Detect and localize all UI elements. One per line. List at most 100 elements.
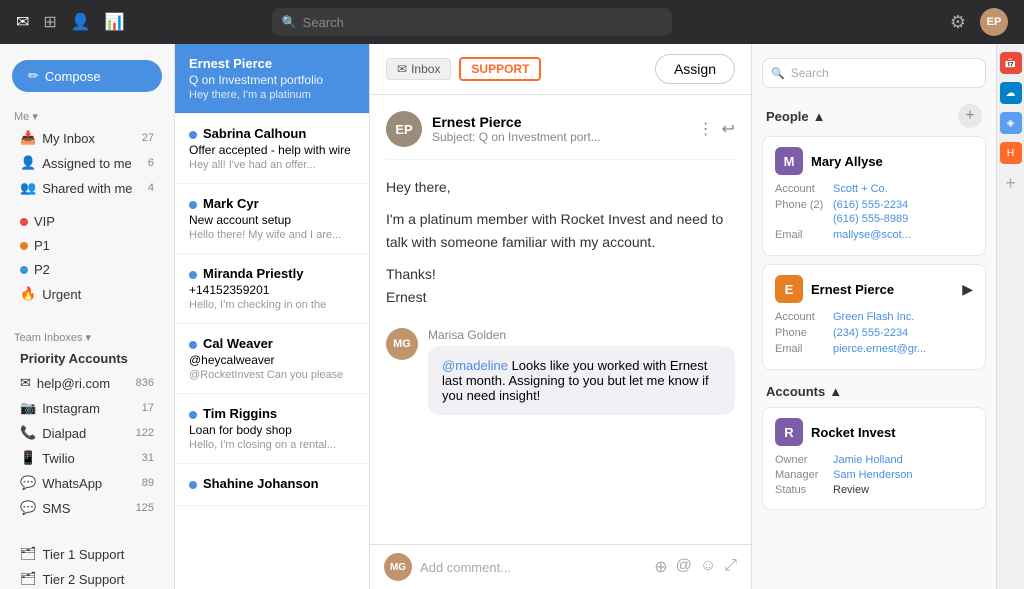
accounts-section: Accounts ▲ R Rocket Invest Owner Jamie H… [752,378,996,510]
contact-detail-account-ernest: Account Green Flash Inc. [775,311,973,323]
sidebar-item-p1[interactable]: P1 [6,234,168,257]
sidebar-item-vip[interactable]: VIP [6,210,168,233]
support-tag[interactable]: SUPPORT [459,57,541,81]
gear-icon[interactable]: ⚙ [950,12,966,33]
account-icon-rocket: R [775,418,803,446]
right-icon-strip: 📅 ☁ ◈ H + [996,44,1024,589]
me-section-label[interactable]: Me ▾ [0,106,174,125]
accounts-section-header: Accounts ▲ [752,378,996,403]
whatsapp-icon: 💬 [20,475,36,491]
sidebar-item-sms[interactable]: 💬 SMS 125 [6,496,168,520]
sidebar-item-urgent[interactable]: 🔥 Urgent [6,282,168,306]
sidebar-item-dialpad[interactable]: 📞 Dialpad 122 [6,421,168,445]
contact-detail-phone-ernest: Phone (234) 555-2234 [775,327,973,339]
mail-icon[interactable]: ✉ [16,12,29,32]
sidebar: ✏ Compose Me ▾ 📥 My Inbox 27 👤 Assigned … [0,44,175,589]
emoji-icon[interactable]: ☺ [700,557,716,577]
contact-card-mary: M Mary Allyse Account Scott + Co. Phone … [762,136,986,256]
nav-icon-group: ✉ ⊞ 👤 📊 [16,12,125,32]
add-strip-icon[interactable]: + [1000,172,1022,194]
comment-bar: MG ⊕ @ ☺ ⤢ [370,544,751,589]
expand-icon[interactable]: ⤢ [724,557,737,577]
labels-section: VIP P1 P2 🔥 Urgent [0,205,174,311]
sidebar-item-assigned[interactable]: 👤 Assigned to me 6 [6,151,168,175]
sidebar-item-shared[interactable]: 👥 Shared with me 4 [6,176,168,200]
at-icon[interactable]: @ [676,557,692,577]
sender-avatar: EP [386,111,422,147]
add-contact-button[interactable]: + [958,104,982,128]
comment-action-icons: ⊕ @ ☺ ⤢ [654,557,737,577]
vip-dot [20,218,28,226]
me-section: Me ▾ 📥 My Inbox 27 👤 Assigned to me 6 👥 … [0,102,174,205]
unread-indicator [189,341,197,349]
top-search-bar: 🔍 [272,8,672,36]
message-header-info: Ernest Pierce Subject: Q on Investment p… [432,114,601,144]
email-inbox-icon: ✉ [20,375,31,391]
arrow-right-icon: ▶ [962,281,973,298]
message-actions: ⋮ ↩ [698,119,735,139]
conv-item-sabrina[interactable]: Sabrina Calhoun Offer accepted - help wi… [175,114,369,184]
calendar-strip-icon[interactable]: 📅 [1000,52,1022,74]
top-search-input[interactable] [303,15,662,30]
contact-detail-email-ernest: Email pierce.ernest@gr... [775,343,973,355]
right-search-icon: 🔍 [771,67,785,80]
inbox-tag[interactable]: ✉ Inbox [386,58,451,80]
conv-item-tim[interactable]: Tim Riggins Loan for body shop Hello, I'… [175,394,369,464]
more-options-icon[interactable]: ⋮ [698,119,714,139]
search-icon: 🔍 [282,15,297,29]
conversation-list: Ernest Pierce Q on Investment portfolio … [175,44,370,589]
user-icon[interactable]: 👤 [71,12,91,32]
assign-button[interactable]: Assign [655,54,735,84]
integration-strip-icon[interactable]: ◈ [1000,112,1022,134]
salesforce-strip-icon[interactable]: ☁ [1000,82,1022,104]
sidebar-item-tier2[interactable]: 🗂 Tier 2 Support [6,567,168,589]
chart-icon[interactable]: 📊 [105,12,125,32]
hubspot-strip-icon[interactable]: H [1000,142,1022,164]
people-section-header: People ▲ + [752,98,996,132]
accounts-section-title[interactable]: Accounts ▲ [766,384,842,399]
shared-icon: 👥 [20,180,36,196]
conv-item-shahine[interactable]: Shahine Johanson [175,464,369,506]
sidebar-item-my-inbox[interactable]: 📥 My Inbox 27 [6,126,168,150]
user-avatar[interactable]: EP [980,8,1008,36]
layout-icon[interactable]: ⊞ [43,12,56,32]
chevron-up-icon: ▲ [813,109,826,124]
contact-detail-phone1: Phone (2) (616) 555-2234 (616) 555-8989 [775,199,973,225]
unread-indicator [189,131,197,139]
conv-item-cal[interactable]: Cal Weaver @heycalweaver @RocketInvest C… [175,324,369,394]
reply-icon[interactable]: ↩ [722,119,735,139]
unread-indicator [189,411,197,419]
account-detail-status: Status Review [775,484,973,496]
contact-detail-account: Account Scott + Co. [775,183,973,195]
sidebar-item-whatsapp[interactable]: 💬 WhatsApp 89 [6,471,168,495]
sidebar-item-instagram[interactable]: 📷 Instagram 17 [6,396,168,420]
conv-item-miranda[interactable]: Miranda Priestly +14152359201 Hello, I'm… [175,254,369,324]
unread-indicator [189,271,197,279]
right-search-input[interactable] [791,66,977,80]
contact-icon-mary: M [775,147,803,175]
people-section-title[interactable]: People ▲ [766,109,826,124]
comment-input[interactable] [420,560,646,575]
fire-icon: 🔥 [20,286,36,302]
bottom-section: 🗂 Tier 1 Support 🗂 Tier 2 Support 🗂 Nort… [0,537,174,589]
conv-item-ernest[interactable]: Ernest Pierce Q on Investment portfolio … [175,44,369,114]
sidebar-item-tier1[interactable]: 🗂 Tier 1 Support [6,542,168,566]
mention-text: @madeline [442,358,508,373]
sidebar-item-helpri[interactable]: ✉ help@ri.com 836 [6,371,168,395]
conv-item-mark[interactable]: Mark Cyr New account setup Hello there! … [175,184,369,254]
p2-dot [20,266,28,274]
add-icon[interactable]: ⊕ [654,557,667,577]
message-body: Hey there, I'm a platinum member with Ro… [386,176,735,308]
unread-indicator [189,201,197,209]
reply-bubble: @madeline Looks like you worked with Ern… [428,346,735,415]
sidebar-item-p2[interactable]: P2 [6,258,168,281]
compose-button[interactable]: ✏ Compose [12,60,162,92]
team-section-label[interactable]: Team Inboxes ▾ [0,327,174,346]
sidebar-item-twilio[interactable]: 📱 Twilio 31 [6,446,168,470]
tier1-icon: 🗂 [20,546,37,562]
inbox-icon-small: ✉ [397,62,407,76]
sidebar-item-priority[interactable]: Priority Accounts [6,347,168,370]
contact-icon-ernest: E [775,275,803,303]
current-user-avatar: MG [384,553,412,581]
conversation-toolbar: ✉ Inbox SUPPORT Assign [370,44,751,95]
